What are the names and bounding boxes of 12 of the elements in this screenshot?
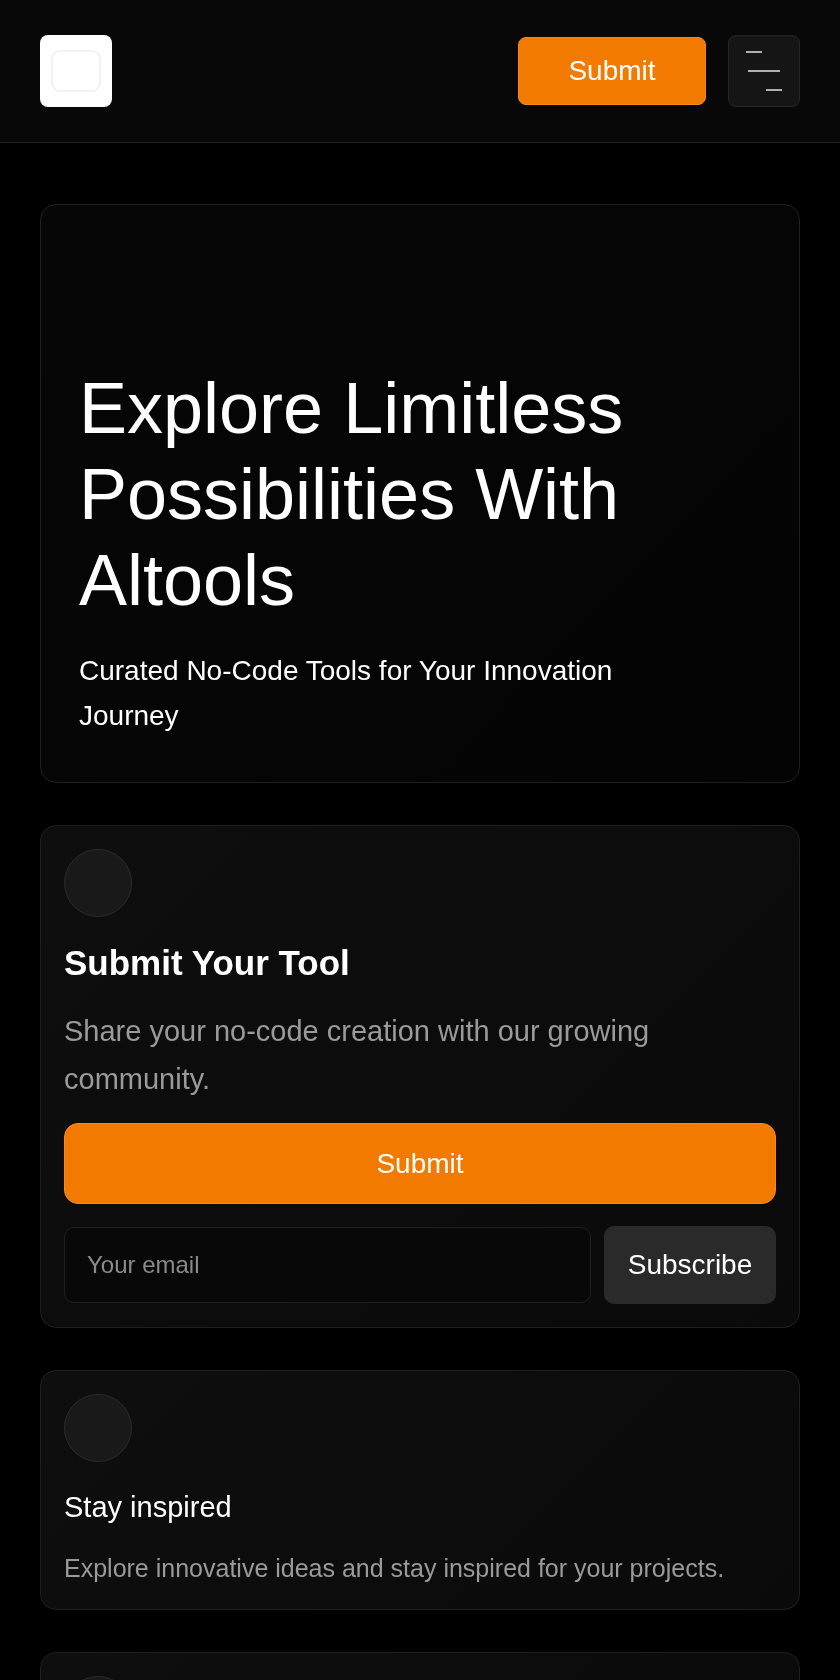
card-description: Share your no-code creation with our growing community. xyxy=(64,1014,651,1097)
card-title: Stay inspired xyxy=(64,1490,233,1525)
card-description: Explore innovative ideas and stay inspired for your projects. xyxy=(64,1553,726,1584)
menu-icon xyxy=(746,51,782,91)
submit-button[interactable]: Submit xyxy=(518,37,706,105)
menu-button[interactable] xyxy=(728,35,800,107)
card-title: Submit Your Tool xyxy=(64,942,351,984)
subscribe-button[interactable]: Subscribe xyxy=(604,1226,776,1304)
hero-title: Explore Limitless Possibilities With Altools xyxy=(79,367,625,622)
hero-subtitle: Curated No-Code Tools for Your Innovation Journey xyxy=(79,654,614,733)
submit-button[interactable]: Submit xyxy=(64,1123,776,1204)
email-field[interactable]: Your email xyxy=(64,1227,591,1303)
